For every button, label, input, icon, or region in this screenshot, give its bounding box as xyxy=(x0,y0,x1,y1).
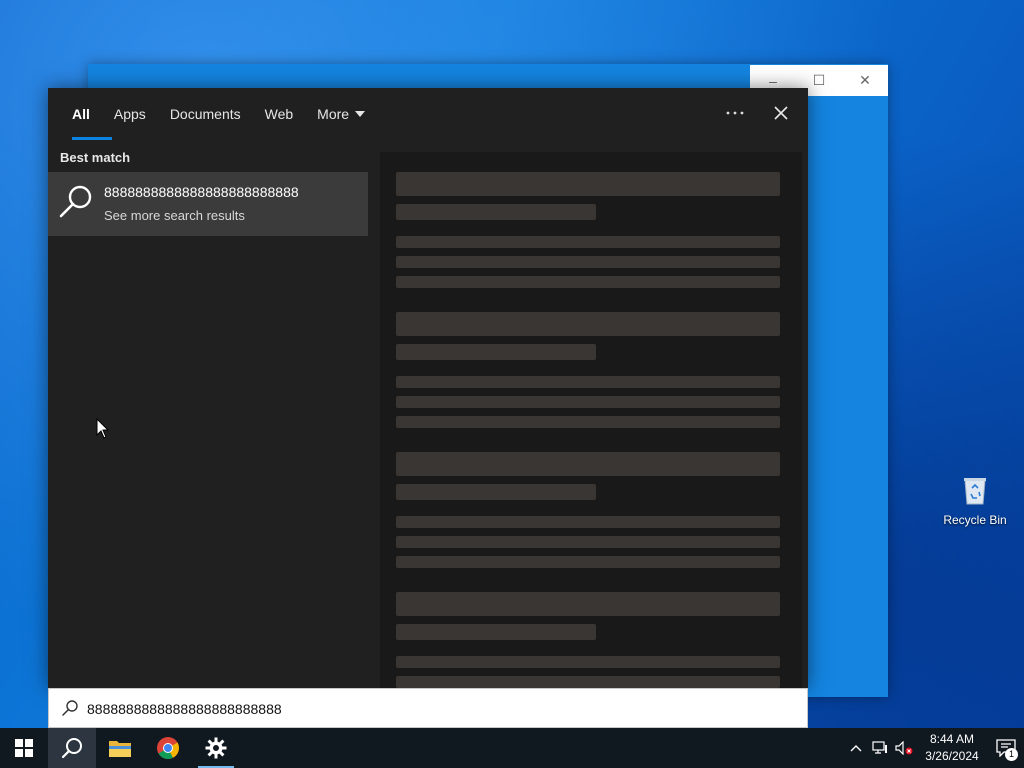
search-icon xyxy=(59,185,92,218)
preview-placeholder xyxy=(396,676,780,688)
preview-placeholder xyxy=(396,624,596,640)
action-center-button[interactable]: 1 xyxy=(988,728,1024,768)
search-icon xyxy=(61,738,82,759)
search-icon xyxy=(62,700,78,716)
preview-pane xyxy=(380,152,802,688)
tab-documents[interactable]: Documents xyxy=(158,88,253,140)
volume-muted-icon xyxy=(895,741,913,755)
preview-placeholder xyxy=(396,656,780,668)
tab-label: Web xyxy=(264,106,294,122)
recycle-bin-label: Recycle Bin xyxy=(943,513,1007,527)
preview-placeholder xyxy=(396,536,780,548)
best-match-heading: Best match xyxy=(60,150,131,165)
tab-label: More xyxy=(317,106,350,122)
windows-logo-icon xyxy=(15,739,33,757)
results-list: Best match 8888888888888888888888888 See… xyxy=(48,140,368,688)
tab-label: Documents xyxy=(169,106,241,122)
more-options-icon[interactable] xyxy=(722,98,748,128)
preview-placeholder xyxy=(396,236,780,248)
preview-placeholder xyxy=(396,204,596,220)
file-explorer-button[interactable] xyxy=(96,728,144,768)
recycle-bin-shortcut[interactable]: Recycle Bin xyxy=(940,474,1010,527)
preview-placeholder xyxy=(396,416,780,428)
settings-button[interactable] xyxy=(192,728,240,768)
search-box xyxy=(48,688,808,728)
chrome-button[interactable] xyxy=(144,728,192,768)
clock-time: 8:44 AM xyxy=(929,732,975,746)
network-icon xyxy=(872,741,887,754)
tab-web[interactable]: Web xyxy=(253,88,306,140)
taskbar-search-button[interactable] xyxy=(48,728,96,768)
caret-down-icon xyxy=(355,111,366,117)
tab-label: Apps xyxy=(113,106,146,122)
show-hidden-icons-button[interactable] xyxy=(844,728,868,768)
panel-actions xyxy=(722,98,794,128)
volume-button[interactable] xyxy=(892,728,916,768)
preview-placeholder xyxy=(396,452,780,476)
preview-placeholder xyxy=(396,484,596,500)
preview-placeholder xyxy=(396,556,780,568)
close-icon[interactable] xyxy=(768,98,794,128)
recycle-bin-icon xyxy=(964,478,986,505)
tab-apps[interactable]: Apps xyxy=(102,88,158,140)
tab-more[interactable]: More xyxy=(305,88,377,140)
clock-date: 3/26/2024 xyxy=(925,749,979,763)
preview-placeholder xyxy=(396,396,780,408)
preview-placeholder xyxy=(396,172,780,196)
preview-placeholder xyxy=(396,516,780,528)
chrome-icon xyxy=(157,737,179,759)
notification-count-badge: 1 xyxy=(1005,748,1018,761)
search-tabs: All Apps Documents Web More xyxy=(48,88,808,140)
close-window-button[interactable]: ✕ xyxy=(842,65,888,96)
gear-icon xyxy=(205,737,227,759)
preview-placeholder xyxy=(396,344,596,360)
mouse-cursor-icon xyxy=(96,418,110,439)
system-tray: 8:44 AM 3/26/2024 1 xyxy=(844,728,1024,768)
search-input[interactable] xyxy=(87,695,787,723)
network-button[interactable] xyxy=(868,728,892,768)
preview-placeholder xyxy=(396,376,780,388)
preview-placeholder xyxy=(396,312,780,336)
result-subtitle: See more search results xyxy=(104,208,245,223)
preview-placeholder xyxy=(396,276,780,288)
tab-all[interactable]: All xyxy=(60,88,112,140)
clock[interactable]: 8:44 AM 3/26/2024 xyxy=(916,731,988,765)
best-match-result[interactable]: 8888888888888888888888888 See more searc… xyxy=(48,172,368,236)
chevron-up-icon xyxy=(850,745,862,752)
preview-placeholder xyxy=(396,592,780,616)
folder-icon xyxy=(109,741,131,757)
tab-label: All xyxy=(72,106,90,122)
taskbar: 8:44 AM 3/26/2024 1 xyxy=(0,728,1024,768)
preview-placeholder xyxy=(396,256,780,268)
result-title: 8888888888888888888888888 xyxy=(104,184,299,200)
search-panel: All Apps Documents Web More Best match 8… xyxy=(48,88,808,688)
start-button[interactable] xyxy=(0,728,48,768)
